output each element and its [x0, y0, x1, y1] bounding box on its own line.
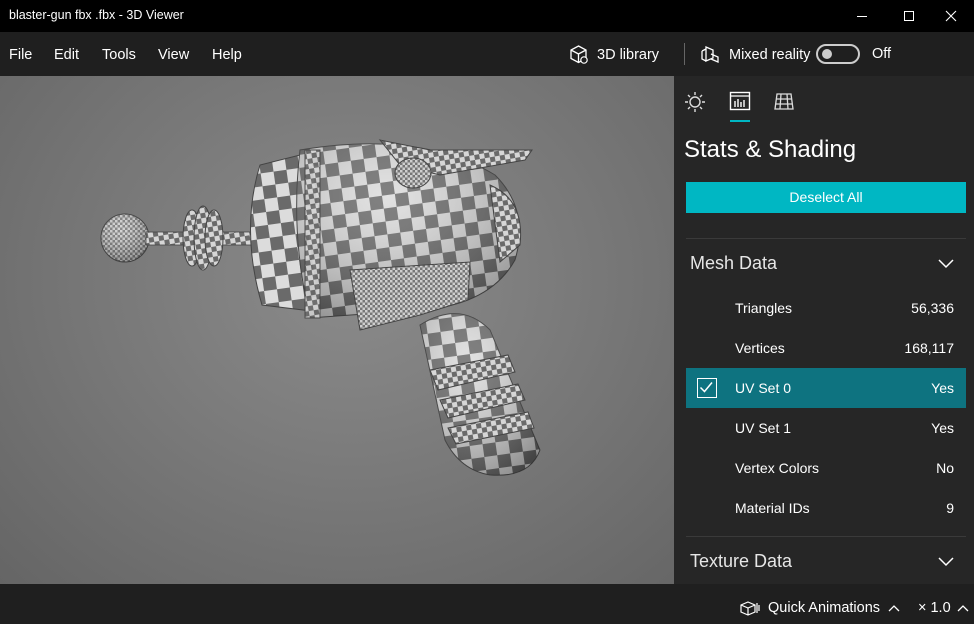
- panel-title: Stats & Shading: [684, 136, 857, 163]
- chevron-up-icon: [888, 605, 900, 612]
- row-value: 56,336: [911, 300, 954, 316]
- row-label: Vertices: [735, 340, 785, 356]
- stat-row-triangles[interactable]: Triangles 56,336: [686, 288, 966, 328]
- divider: [686, 536, 966, 537]
- blaster-gun-model[interactable]: [0, 76, 674, 584]
- texture-data-header[interactable]: Texture Data: [690, 551, 792, 572]
- 3d-library-label: 3D library: [597, 46, 660, 63]
- menu-tools[interactable]: Tools: [102, 47, 136, 63]
- quick-animations-button[interactable]: Quick Animations: [740, 600, 900, 616]
- chevron-down-icon[interactable]: [938, 557, 954, 567]
- mesh-data-header[interactable]: Mesh Data: [690, 253, 777, 274]
- row-value: No: [936, 460, 954, 476]
- row-label: UV Set 1: [735, 420, 792, 436]
- mixed-reality-toggle[interactable]: [816, 44, 860, 64]
- row-label: UV Set 0: [735, 380, 792, 396]
- menu-help[interactable]: Help: [212, 47, 242, 63]
- animation-icon: [740, 601, 760, 616]
- toggle-state-label: Off: [872, 46, 892, 62]
- row-value: 168,117: [904, 340, 954, 356]
- cube-icon: [570, 45, 588, 64]
- speed-control[interactable]: × 1.0: [918, 600, 969, 616]
- menu-file[interactable]: File: [9, 47, 32, 63]
- divider: [686, 238, 966, 239]
- row-value: Yes: [931, 380, 954, 396]
- title-bar: blaster-gun fbx .fbx - 3D Viewer: [0, 0, 974, 32]
- side-panel: Stats & Shading Deselect All Mesh Data T…: [674, 76, 974, 584]
- window-title: blaster-gun fbx .fbx - 3D Viewer: [9, 8, 184, 22]
- grid-tab-icon[interactable]: [773, 90, 795, 112]
- toggle-knob: [822, 49, 832, 59]
- menu-view[interactable]: View: [158, 47, 189, 63]
- row-value: 9: [946, 500, 954, 516]
- row-label: Triangles: [735, 300, 793, 316]
- 3d-library-button[interactable]: 3D library: [568, 44, 659, 65]
- status-bar: Quick Animations × 1.0: [0, 584, 974, 624]
- row-label: Vertex Colors: [735, 460, 820, 476]
- maximize-button[interactable]: [886, 0, 932, 32]
- toolbar-divider: [684, 43, 685, 65]
- chevron-down-icon[interactable]: [938, 259, 954, 269]
- close-icon: [945, 10, 957, 22]
- stat-row-uv-set-0[interactable]: UV Set 0 Yes: [686, 368, 966, 408]
- minimize-icon: [857, 16, 867, 17]
- close-button[interactable]: [928, 0, 974, 32]
- stat-row-vertices[interactable]: Vertices 168,117: [686, 328, 966, 368]
- row-label: Material IDs: [735, 500, 810, 516]
- menu-edit[interactable]: Edit: [54, 47, 79, 63]
- 3d-viewport[interactable]: [0, 76, 674, 584]
- mixed-reality-icon: [701, 46, 719, 63]
- chevron-up-icon: [957, 605, 969, 612]
- row-value: Yes: [931, 420, 954, 436]
- stat-row-material-ids[interactable]: Material IDs 9: [686, 488, 966, 528]
- deselect-all-button[interactable]: Deselect All: [686, 182, 966, 213]
- checkmark-icon: [699, 382, 713, 393]
- active-tab-indicator: [730, 120, 750, 122]
- lighting-tab-icon[interactable]: [684, 90, 706, 112]
- stat-row-vertex-colors[interactable]: Vertex Colors No: [686, 448, 966, 488]
- stat-row-uv-set-1[interactable]: UV Set 1 Yes: [686, 408, 966, 448]
- minimize-button-actual[interactable]: [839, 0, 885, 32]
- mixed-reality-button[interactable]: Mixed reality: [700, 44, 810, 65]
- mixed-reality-label: Mixed reality: [729, 46, 811, 63]
- quick-animations-label: Quick Animations: [768, 600, 881, 616]
- maximize-icon: [904, 11, 914, 21]
- speed-label: × 1.0: [918, 600, 951, 616]
- stats-tab-icon[interactable]: [729, 90, 751, 112]
- checkbox[interactable]: [697, 378, 717, 398]
